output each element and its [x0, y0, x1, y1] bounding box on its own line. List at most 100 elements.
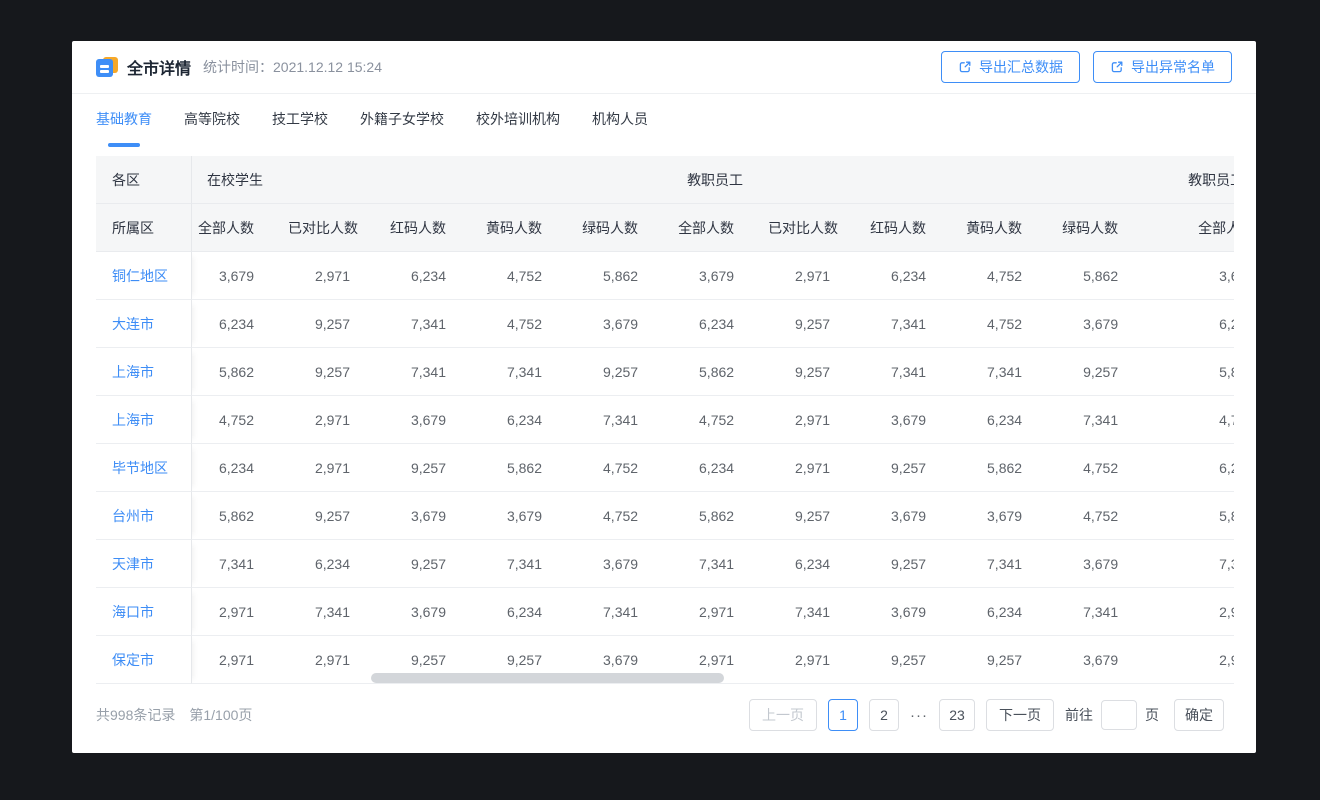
tab-0[interactable]: 基础教育	[96, 109, 152, 149]
tab-2[interactable]: 技工学校	[272, 109, 328, 149]
table-row: 铜仁地区3,6792,9716,2344,7525,8623,6792,9716…	[96, 252, 1234, 300]
tabs: 基础教育高等院校技工学校外籍子女学校校外培训机构机构人员	[72, 94, 1256, 149]
table-head: 各区在校学生教职员工教职员工所属区全部人数已对比人数红码人数黄码人数绿码人数全部…	[96, 156, 1234, 252]
goto-page-group: 前往 页	[1065, 700, 1159, 730]
cell-7-2-0: 2,971	[1152, 588, 1234, 636]
page-button-1[interactable]: 1	[828, 699, 858, 731]
cell-6-1-0: 7,341	[672, 540, 768, 588]
cell-5-1-2: 3,679	[864, 492, 960, 540]
cell-4-0-1: 2,971	[288, 444, 384, 492]
cell-6-1-2: 9,257	[864, 540, 960, 588]
column-group-1: 教职员工	[672, 156, 1152, 204]
tab-5[interactable]: 机构人员	[592, 109, 648, 149]
cell-3-1-1: 2,971	[768, 396, 864, 444]
sub-column-header-1-3: 黄码人数	[960, 204, 1056, 252]
cell-8-1-1: 2,971	[768, 636, 864, 684]
export-abnormal-label: 导出异常名单	[1131, 57, 1215, 77]
region-link[interactable]: 铜仁地区	[96, 252, 192, 300]
cell-5-1-4: 4,752	[1056, 492, 1152, 540]
cell-3-1-2: 3,679	[864, 396, 960, 444]
cell-6-1-4: 3,679	[1056, 540, 1152, 588]
last-page-button[interactable]: 23	[939, 699, 975, 731]
region-link[interactable]: 海口市	[96, 588, 192, 636]
sub-column-header-1-2: 红码人数	[864, 204, 960, 252]
sub-column-header-2-0: 全部人数	[1152, 204, 1234, 252]
cell-4-1-2: 9,257	[864, 444, 960, 492]
page-button-2[interactable]: 2	[869, 699, 899, 731]
pagination: 上一页 12 ··· 23 下一页 前往 页 确定	[749, 699, 1224, 731]
table-row: 毕节地区6,2342,9719,2575,8624,7526,2342,9719…	[96, 444, 1234, 492]
sub-column-header-1-4: 绿码人数	[1056, 204, 1152, 252]
cell-5-0-2: 3,679	[384, 492, 480, 540]
export-summary-button[interactable]: 导出汇总数据	[941, 51, 1080, 83]
cell-7-0-4: 7,341	[576, 588, 672, 636]
column-group-0: 在校学生	[192, 156, 672, 204]
cell-0-0-1: 2,971	[288, 252, 384, 300]
cell-2-1-0: 5,862	[672, 348, 768, 396]
cell-4-0-4: 4,752	[576, 444, 672, 492]
goto-page-input[interactable]	[1101, 700, 1137, 730]
region-link[interactable]: 天津市	[96, 540, 192, 588]
export-abnormal-button[interactable]: 导出异常名单	[1093, 51, 1232, 83]
cell-6-0-0: 7,341	[192, 540, 288, 588]
table-body: 铜仁地区3,6792,9716,2344,7525,8623,6792,9716…	[96, 252, 1234, 684]
tab-4[interactable]: 校外培训机构	[476, 109, 560, 149]
cell-1-0-2: 7,341	[384, 300, 480, 348]
cell-2-0-2: 7,341	[384, 348, 480, 396]
cell-6-2-0: 7,341	[1152, 540, 1234, 588]
cell-3-0-3: 6,234	[480, 396, 576, 444]
cell-4-0-2: 9,257	[384, 444, 480, 492]
region-link[interactable]: 上海市	[96, 396, 192, 444]
cell-4-1-3: 5,862	[960, 444, 1056, 492]
cell-5-0-4: 4,752	[576, 492, 672, 540]
table-row: 大连市6,2349,2577,3414,7523,6796,2349,2577,…	[96, 300, 1234, 348]
cell-2-0-3: 7,341	[480, 348, 576, 396]
region-link[interactable]: 保定市	[96, 636, 192, 684]
confirm-button[interactable]: 确定	[1174, 699, 1224, 731]
sub-column-header-1-1: 已对比人数	[768, 204, 864, 252]
cell-1-0-3: 4,752	[480, 300, 576, 348]
cell-5-1-3: 3,679	[960, 492, 1056, 540]
sub-column-header-0-3: 黄码人数	[480, 204, 576, 252]
page-number-buttons: 12	[828, 699, 899, 731]
region-link[interactable]: 台州市	[96, 492, 192, 540]
cell-8-1-3: 9,257	[960, 636, 1056, 684]
cell-7-1-1: 7,341	[768, 588, 864, 636]
horizontal-scrollbar[interactable]	[371, 673, 724, 683]
region-link[interactable]: 毕节地区	[96, 444, 192, 492]
cell-3-1-0: 4,752	[672, 396, 768, 444]
cell-8-1-2: 9,257	[864, 636, 960, 684]
cell-7-0-0: 2,971	[192, 588, 288, 636]
cell-1-1-4: 3,679	[1056, 300, 1152, 348]
pagination-ellipsis: ···	[910, 707, 928, 724]
external-link-icon	[1110, 60, 1124, 74]
cell-2-1-4: 9,257	[1056, 348, 1152, 396]
table-row: 上海市5,8629,2577,3417,3419,2575,8629,2577,…	[96, 348, 1234, 396]
region-link[interactable]: 上海市	[96, 348, 192, 396]
region-link[interactable]: 大连市	[96, 300, 192, 348]
cell-1-1-3: 4,752	[960, 300, 1056, 348]
data-table-container: 各区在校学生教职员工教职员工所属区全部人数已对比人数红码人数黄码人数绿码人数全部…	[96, 156, 1234, 684]
sub-column-header-0-0: 全部人数	[192, 204, 288, 252]
cell-1-1-2: 7,341	[864, 300, 960, 348]
cell-8-1-4: 3,679	[1056, 636, 1152, 684]
cell-0-1-0: 3,679	[672, 252, 768, 300]
cell-0-0-3: 4,752	[480, 252, 576, 300]
panel-header: 全市详情 统计时间：2021.12.12 15:24 导出汇总数据 导出异常名单	[72, 41, 1256, 94]
cell-1-2-0: 6,234	[1152, 300, 1234, 348]
cell-1-0-0: 6,234	[192, 300, 288, 348]
cell-1-1-1: 9,257	[768, 300, 864, 348]
next-page-button[interactable]: 下一页	[986, 699, 1054, 731]
cell-3-0-0: 4,752	[192, 396, 288, 444]
tab-1[interactable]: 高等院校	[184, 109, 240, 149]
region-column-header: 所属区	[96, 204, 192, 252]
cell-2-0-4: 9,257	[576, 348, 672, 396]
panel-footer: 共998条记录 第1/100页 上一页 12 ··· 23 下一页 前往 页 确…	[96, 699, 1224, 731]
cell-2-0-0: 5,862	[192, 348, 288, 396]
cell-5-1-0: 5,862	[672, 492, 768, 540]
cell-6-1-3: 7,341	[960, 540, 1056, 588]
cell-4-1-1: 2,971	[768, 444, 864, 492]
cell-4-1-0: 6,234	[672, 444, 768, 492]
table-row: 天津市7,3416,2349,2577,3413,6797,3416,2349,…	[96, 540, 1234, 588]
tab-3[interactable]: 外籍子女学校	[360, 109, 444, 149]
